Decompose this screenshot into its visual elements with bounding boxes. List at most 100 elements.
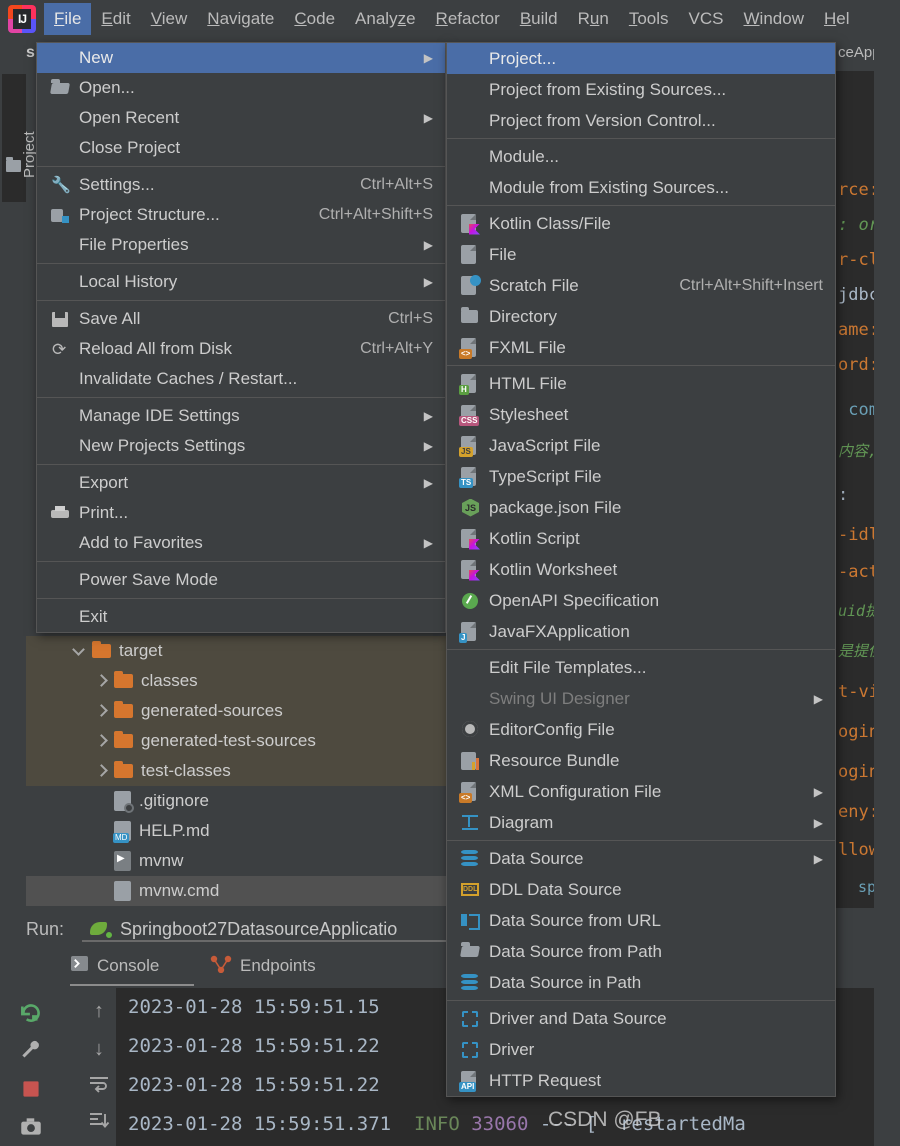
new-submenu-item-module-from-existing-sources[interactable]: Module from Existing Sources...: [447, 172, 835, 203]
new-submenu-item-data-source-from-url[interactable]: Data Source from URL: [447, 905, 835, 936]
submenu-item-label: Module from Existing Sources...: [489, 177, 729, 197]
file-menu-item-add-to-favorites[interactable]: Add to Favorites ▶: [37, 528, 445, 558]
chevron-right-icon[interactable]: [92, 762, 110, 780]
new-submenu-item-http-request[interactable]: API HTTP Request: [447, 1065, 835, 1096]
camera-icon[interactable]: [18, 1114, 44, 1140]
new-submenu-item-module[interactable]: Module...: [447, 141, 835, 172]
file-menu-item-open-recent[interactable]: Open Recent ▶: [37, 103, 445, 133]
tree-node-help-md[interactable]: MD HELP.md: [26, 816, 446, 846]
new-submenu-item-fxml-file[interactable]: <> FXML File: [447, 332, 835, 363]
folder-icon[interactable]: [6, 157, 21, 172]
new-submenu-item-javascript-file[interactable]: JS JavaScript File: [447, 430, 835, 461]
file-menu-item-file-properties[interactable]: File Properties ▶: [37, 230, 445, 260]
menu-separator: [37, 464, 445, 465]
scroll-to-end-icon[interactable]: [84, 1110, 114, 1140]
up-arrow-icon[interactable]: ↑: [84, 996, 114, 1026]
chevron-right-icon[interactable]: [92, 702, 110, 720]
down-arrow-icon[interactable]: ↓: [84, 1034, 114, 1064]
tab-console[interactable]: Console: [70, 946, 159, 986]
new-submenu-item-openapi-specification[interactable]: OpenAPI Specification: [447, 585, 835, 616]
menubar-item-file[interactable]: File: [44, 3, 92, 35]
file-menu-item-exit[interactable]: Exit: [37, 602, 445, 632]
tool-window-tab-project[interactable]: Project: [2, 74, 38, 202]
file-menu-item-local-history[interactable]: Local History ▶: [37, 267, 445, 297]
new-submenu-item-edit-file-templates[interactable]: Edit File Templates...: [447, 652, 835, 683]
tree-node-generated-sources[interactable]: generated-sources: [26, 696, 446, 726]
new-submenu-item-project-from-existing-sources[interactable]: Project from Existing Sources...: [447, 74, 835, 105]
tree-node-target[interactable]: target: [26, 636, 446, 666]
menubar-item-build[interactable]: Build: [510, 3, 568, 35]
new-submenu-item-xml-configuration-file[interactable]: <> XML Configuration File ▶: [447, 776, 835, 807]
new-submenu-item-directory[interactable]: Directory: [447, 301, 835, 332]
submenu-item-label: Data Source from Path: [489, 941, 662, 961]
chevron-right-icon[interactable]: [92, 672, 110, 690]
new-submenu-item-kotlin-script[interactable]: Kotlin Script: [447, 523, 835, 554]
chevron-right-icon: ▶: [813, 784, 823, 799]
tree-node-generated-test-sources[interactable]: generated-test-sources: [26, 726, 446, 756]
new-submenu-item-project[interactable]: Project...: [447, 43, 835, 74]
file-menu-item-settings[interactable]: 🔧 Settings... Ctrl+Alt+S: [37, 170, 445, 200]
new-submenu-item-driver-and-data-source[interactable]: Driver and Data Source: [447, 1003, 835, 1034]
new-submenu-item-file[interactable]: File: [447, 239, 835, 270]
tab-endpoints[interactable]: Endpoints: [210, 946, 316, 986]
file-menu-item-power-save-mode[interactable]: Power Save Mode: [37, 565, 445, 595]
menu-item-label: Local History: [79, 272, 178, 291]
new-submenu-item-data-source-in-path[interactable]: Data Source in Path: [447, 967, 835, 998]
new-submenu-item-kotlin-class-file[interactable]: Kotlin Class/File: [447, 208, 835, 239]
new-submenu-item-html-file[interactable]: H HTML File: [447, 368, 835, 399]
new-submenu-item-resource-bundle[interactable]: Resource Bundle: [447, 745, 835, 776]
new-submenu-item-scratch-file[interactable]: Scratch File Ctrl+Alt+Shift+Insert: [447, 270, 835, 301]
tree-node-test-classes[interactable]: test-classes: [26, 756, 446, 786]
file-menu-item-open[interactable]: Open...: [37, 73, 445, 103]
stop-icon[interactable]: [18, 1076, 44, 1102]
file-menu-item-invalidate-caches-restart[interactable]: Invalidate Caches / Restart...: [37, 364, 445, 394]
file-menu-item-project-structure[interactable]: Project Structure... Ctrl+Alt+Shift+S: [37, 200, 445, 230]
menubar-item-tools[interactable]: Tools: [619, 3, 679, 35]
new-submenu-item-ddl-data-source[interactable]: DDL DDL Data Source: [447, 874, 835, 905]
menubar-item-edit[interactable]: Edit: [91, 3, 140, 35]
file-menu-item-manage-ide-settings[interactable]: Manage IDE Settings ▶: [37, 401, 445, 431]
file-menu-item-new-projects-settings[interactable]: New Projects Settings ▶: [37, 431, 445, 461]
file-menu-item-new[interactable]: New ▶: [37, 43, 445, 73]
file-menu-item-save-all[interactable]: Save All Ctrl+S: [37, 304, 445, 334]
tree-node--gitignore[interactable]: .gitignore: [26, 786, 446, 816]
project-tree[interactable]: target classes generated-sources generated-…: [26, 636, 446, 908]
tree-node-classes[interactable]: classes: [26, 666, 446, 696]
intellij-logo-icon: IJ: [8, 5, 36, 33]
soft-wrap-icon[interactable]: [84, 1072, 114, 1102]
file-menu-item-print[interactable]: Print...: [37, 498, 445, 528]
new-submenu-item-data-source-from-path[interactable]: Data Source from Path: [447, 936, 835, 967]
menubar-item-run[interactable]: Run: [568, 3, 619, 35]
menu-item-label: Add to Favorites: [79, 533, 203, 552]
new-submenu-item-editorconfig-file[interactable]: EditorConfig File: [447, 714, 835, 745]
menubar-item-refactor[interactable]: Refactor: [426, 3, 510, 35]
menubar-item-hel[interactable]: Hel: [814, 3, 860, 35]
tree-node-mvnw-cmd[interactable]: mvnw.cmd: [26, 876, 446, 906]
menubar-item-view[interactable]: View: [141, 3, 198, 35]
new-submenu-item-driver[interactable]: Driver: [447, 1034, 835, 1065]
menubar-item-navigate[interactable]: Navigate: [197, 3, 284, 35]
new-submenu-item-project-from-version-control[interactable]: Project from Version Control...: [447, 105, 835, 136]
new-submenu-item-data-source[interactable]: Data Source ▶: [447, 843, 835, 874]
new-submenu-item-stylesheet[interactable]: CSS Stylesheet: [447, 399, 835, 430]
file-menu-item-reload-all-from-disk[interactable]: ⟳ Reload All from Disk Ctrl+Alt+Y: [37, 334, 445, 364]
new-submenu-item-diagram[interactable]: Diagram ▶: [447, 807, 835, 838]
new-submenu-item-kotlin-worksheet[interactable]: Kotlin Worksheet: [447, 554, 835, 585]
tree-node-mvnw[interactable]: mvnw: [26, 846, 446, 876]
new-submenu-popup[interactable]: Project... Project from Existing Sources.…: [446, 42, 836, 1097]
file-menu-popup[interactable]: New ▶ Open... Open Recent ▶ Close Project 🔧 Set…: [36, 42, 446, 633]
new-submenu-item-typescript-file[interactable]: TS TypeScript File: [447, 461, 835, 492]
menubar-item-window[interactable]: Window: [734, 3, 814, 35]
file-menu-item-close-project[interactable]: Close Project: [37, 133, 445, 163]
chevron-down-icon[interactable]: [70, 642, 88, 660]
new-submenu-item-package-json-file[interactable]: JS package.json File: [447, 492, 835, 523]
new-submenu-item-javafxapplication[interactable]: J JavaFXApplication: [447, 616, 835, 647]
settings-wrench-icon[interactable]: [18, 1038, 44, 1064]
file-menu-item-export[interactable]: Export ▶: [37, 468, 445, 498]
rerun-icon[interactable]: [18, 1000, 44, 1026]
menubar-item-code[interactable]: Code: [284, 3, 345, 35]
menubar-item-vcs[interactable]: VCS: [679, 3, 734, 35]
run-config-name[interactable]: Springboot27DatasourceApplicatio: [120, 919, 397, 940]
chevron-right-icon[interactable]: [92, 732, 110, 750]
menubar-item-analyze[interactable]: Analyze: [345, 3, 426, 35]
